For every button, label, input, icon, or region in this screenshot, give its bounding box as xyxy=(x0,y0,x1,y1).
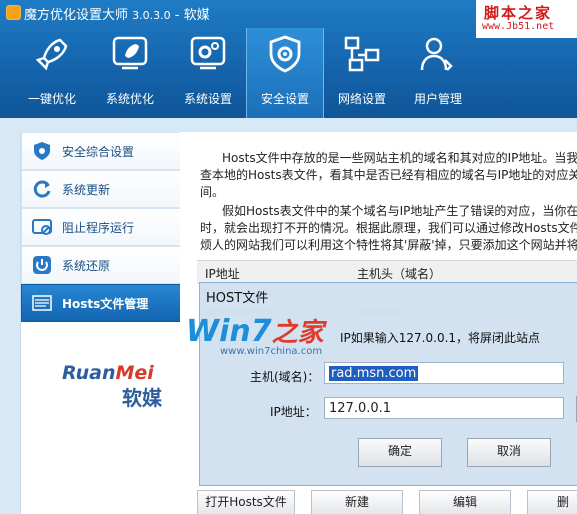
host-input[interactable]: rad.msn.com xyxy=(324,362,564,384)
win7-logo-zh: 之家 xyxy=(271,318,324,348)
rocket-screen-icon xyxy=(112,36,148,70)
edit-entry-button[interactable]: 编辑 xyxy=(419,490,511,514)
ruanmei-logo-en-b: Mei xyxy=(115,362,154,384)
win7-logo: Win7之家 www.win7china.com xyxy=(186,312,324,357)
description-text: 时，就会出现打不开的情况。根据此原理，我们可以通过修改Hosts文件 xyxy=(200,221,577,235)
restore-icon xyxy=(33,256,51,274)
description-text: 假如Hosts表文件中的某个域名与IP地址产生了错误的对应，当你在 xyxy=(222,204,577,218)
new-entry-button[interactable]: 新建 xyxy=(311,490,403,514)
delete-entry-button[interactable]: 删 xyxy=(527,490,577,514)
column-host[interactable]: 主机头（域名） xyxy=(357,265,441,282)
ruanmei-logo-cn: 软媒 xyxy=(122,386,162,410)
open-hosts-button[interactable]: 打开Hosts文件 xyxy=(197,490,295,514)
watermark-title: 脚本之家 xyxy=(484,4,553,22)
sidebar-item-system-update[interactable]: 系统更新 xyxy=(21,170,181,208)
ruanmei-logo-en: RuanMei xyxy=(62,362,154,384)
hosts-action-bar: 打开Hosts文件 新建 编辑 删 xyxy=(197,490,577,514)
toolbar-item-system-optimize[interactable]: 系统优化 xyxy=(92,28,168,118)
host-input-value: rad.msn.com xyxy=(329,366,419,381)
toolbar-item-user-management[interactable]: 用户管理 xyxy=(400,28,476,118)
watermark-url: www.Jb51.net xyxy=(482,21,555,32)
ruanmei-logo: RuanMei 软媒 xyxy=(62,362,162,410)
description-text: Hosts文件中存放的是一些网站主机的域名和其对应的IP地址。当我 xyxy=(222,151,577,165)
ruanmei-logo-en-a: Ruan xyxy=(62,362,116,384)
title-toolbar-area: 魔方优化设置大师 3.0.3.0 - 软媒 脚本之家 www.Jb51.net … xyxy=(0,0,577,118)
win7-logo-text: Win7之家 xyxy=(186,312,324,349)
network-icon xyxy=(344,36,380,72)
ip-label: IP地址： xyxy=(270,405,317,419)
sidebar-item-label: 系统更新 xyxy=(62,183,111,197)
sidebar-item-label: 系统还原 xyxy=(62,259,111,273)
ip-input[interactable]: 127.0.0.1 xyxy=(324,397,564,419)
sidebar-item-system-restore[interactable]: 系统还原 xyxy=(21,246,181,284)
site-watermark: 脚本之家 www.Jb51.net xyxy=(476,0,577,38)
toolbar-item-label: 系统设置 xyxy=(183,92,232,106)
sidebar-item-label: 安全综合设置 xyxy=(62,145,135,159)
sidebar-item-label: Hosts文件管理 xyxy=(62,297,149,311)
users-icon xyxy=(420,37,453,71)
toolbar-item-label: 安全设置 xyxy=(260,92,309,106)
toolbar-item-system-settings[interactable]: 系统设置 xyxy=(170,28,246,118)
sidebar-item-security-overview[interactable]: 安全综合设置 xyxy=(21,132,181,170)
ok-button[interactable]: 确定 xyxy=(358,438,442,467)
window-version: 3.0.3.0 xyxy=(132,9,171,22)
gears-screen-icon xyxy=(190,36,226,70)
toolbar-item-network-settings[interactable]: 网络设置 xyxy=(324,28,400,118)
toolbar-item-one-click-optimize[interactable]: 一键优化 xyxy=(14,28,90,118)
dialog-tip: IP如果输入127.0.0.1，将屏闭此站点 xyxy=(340,331,541,345)
description-text: 查本地的Hosts表文件，看其中是否已经有相应的域名与IP地址的对应关 xyxy=(200,168,577,182)
toolbar-item-label: 用户管理 xyxy=(413,92,462,106)
description-text: 烦人的网站我们可以利用这个特性将其'屏蔽'掉，只要添加这个网站并将 xyxy=(200,238,577,252)
refresh-icon xyxy=(33,180,51,198)
shield-gear-icon xyxy=(34,142,50,160)
toolbar-item-security-settings[interactable]: 安全设置 xyxy=(246,28,324,118)
host-label: 主机(域名)： xyxy=(250,370,320,384)
dialog-title: HOST文件 xyxy=(206,291,269,306)
shield-gear-icon xyxy=(269,35,301,73)
cancel-button[interactable]: 取消 xyxy=(467,438,551,467)
toolbar-item-label: 系统优化 xyxy=(105,92,154,106)
sidebar: 安全综合设置 系统更新 阻止程序运行 系统还原 Hosts文件管理 xyxy=(20,132,181,514)
window-title: 魔方优化设置大师 3.0.3.0 - 软媒 xyxy=(24,4,210,23)
description-text: 间。 xyxy=(200,185,225,199)
rocket-icon xyxy=(35,38,68,71)
block-program-icon xyxy=(32,219,52,235)
toolbar-item-label: 网络设置 xyxy=(337,92,386,106)
app-logo-icon xyxy=(6,5,21,20)
column-ip[interactable]: IP地址 xyxy=(205,265,240,282)
win7-logo-url: www.win7china.com xyxy=(220,346,323,357)
toolbar-item-label: 一键优化 xyxy=(27,92,76,106)
win7-logo-en: Win7 xyxy=(186,314,272,349)
sidebar-item-label: 阻止程序运行 xyxy=(62,221,135,235)
sidebar-item-block-programs[interactable]: 阻止程序运行 xyxy=(21,208,181,246)
sidebar-item-hosts-manager[interactable]: Hosts文件管理 xyxy=(21,284,181,322)
window-vendor: - 软媒 xyxy=(174,8,210,23)
hosts-file-icon xyxy=(32,295,52,311)
hosts-table-header: IP地址 主机头（域名） xyxy=(197,260,577,284)
window-title-text: 魔方优化设置大师 xyxy=(24,8,129,23)
ip-input-value: 127.0.0.1 xyxy=(329,401,392,416)
